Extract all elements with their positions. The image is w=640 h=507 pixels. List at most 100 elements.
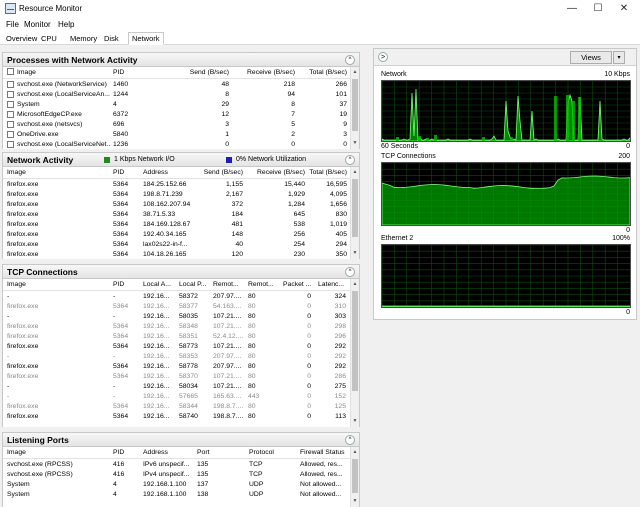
table-row[interactable]: firefox.exe 5364 198.8.71.239 2,167 1,929 4,0…	[3, 190, 351, 200]
collapse-icon[interactable]: ^	[345, 435, 355, 445]
table-row[interactable]: firefox.exe 5364 192.16... 58773 107.21.... 8…	[3, 342, 351, 352]
table-row[interactable]: System 4 192.168.1.100 138 UDP Not allowed...	[3, 490, 351, 500]
table-row[interactable]: - - 192.16... 58035 107.21.... 80 0 303	[3, 312, 351, 322]
maximize-button[interactable]: ☐	[585, 0, 611, 18]
row-checkbox[interactable]	[7, 131, 14, 138]
table-row[interactable]: svchost.exe (NetworkService) 1460 48 218 266	[3, 80, 351, 90]
row-checkbox[interactable]	[7, 111, 14, 118]
tab-network[interactable]: Network	[128, 32, 164, 45]
column-header[interactable]: Image	[17, 69, 36, 76]
row-checkbox[interactable]	[7, 81, 14, 88]
network-activity-header[interactable]: Network Activity 1 Kbps Network I/O 0% N…	[2, 152, 360, 167]
table-row[interactable]: firefox.exe 5364 104.18.26.165 120 230 350	[3, 250, 351, 259]
column-header[interactable]: Protocol	[249, 449, 274, 456]
scroll-down-icon[interactable]: ▼	[351, 417, 359, 425]
table-row[interactable]: firefox.exe 5364 192.16... 58351 52.4.12....…	[3, 332, 351, 342]
table-row[interactable]: firefox.exe 5364 38.71.5.33 184 645 830	[3, 210, 351, 220]
table-row[interactable]: firefox.exe 5364 192.16... 58778 207.97.... 8…	[3, 362, 351, 372]
table-row[interactable]: firefox.exe 5364 192.16... 58348 107.21.... 8…	[3, 322, 351, 332]
column-header[interactable]: Send (B/sec)	[183, 69, 229, 76]
table-row[interactable]: - - 192.16... 58372 207.97.... 80 0 324	[3, 292, 351, 302]
table-row[interactable]: MicrosoftEdgeCP.exe 6372 12 7 19	[3, 110, 351, 120]
tcp-connections-header[interactable]: TCP Connections ^	[2, 264, 360, 279]
scrollbar-thumb[interactable]	[352, 291, 358, 391]
column-header[interactable]: Packet ...	[283, 281, 311, 288]
table-row[interactable]: - - 192.16... 58034 107.21.... 80 0 275	[3, 382, 351, 392]
table-row[interactable]: System 4 29 8 37	[3, 100, 351, 110]
table-row[interactable]: - - 192.16... 58353 207.97.... 80 0 292	[3, 352, 351, 362]
minimize-button[interactable]: —	[559, 0, 585, 18]
collapse-icon[interactable]: ^	[345, 55, 355, 65]
column-header[interactable]: Receive (B/sec)	[235, 69, 295, 76]
tab-overview[interactable]: Overview	[3, 33, 40, 45]
tab-disk[interactable]: Disk	[101, 33, 122, 45]
table-row[interactable]: firefox.exe 5364 192.16... 58740 198.8.7....…	[3, 412, 351, 422]
column-header[interactable]: Firewall Status	[300, 449, 345, 456]
scroll-up-icon[interactable]: ▲	[351, 448, 359, 456]
column-header[interactable]: Address	[143, 169, 168, 176]
column-header[interactable]: Latenc...	[318, 281, 344, 288]
scrollbar-thumb[interactable]	[352, 459, 358, 493]
column-header[interactable]: Image	[7, 449, 26, 456]
scroll-down-icon[interactable]: ▼	[351, 249, 359, 257]
column-header[interactable]: Remot...	[248, 281, 274, 288]
table-row[interactable]: svchost.exe (LocalServiceAn... 1244 8 94 101	[3, 90, 351, 100]
table-row[interactable]: OneDrive.exe 5840 1 2 3	[3, 130, 351, 140]
column-header[interactable]: PID	[113, 69, 124, 76]
table-row[interactable]: svchost.exe (LocalServiceNet... 1236 0 0 0	[3, 140, 351, 149]
table-row[interactable]: svchost.exe (netsvcs) 696 3 5 9	[3, 120, 351, 130]
column-header[interactable]: Port	[197, 449, 209, 456]
processes-panel-header[interactable]: Processes with Network Activity ^	[2, 52, 360, 67]
row-checkbox[interactable]	[7, 91, 14, 98]
scroll-up-icon[interactable]: ▲	[351, 68, 359, 76]
scrollbar-thumb[interactable]	[352, 179, 358, 237]
close-button[interactable]: ✕	[611, 0, 637, 18]
scrollbar[interactable]: ▲ ▼	[350, 447, 359, 507]
collapse-icon[interactable]: ^	[345, 155, 355, 165]
row-checkbox[interactable]	[7, 101, 14, 108]
scroll-up-icon[interactable]: ▲	[351, 280, 359, 288]
tab-memory[interactable]: Memory	[67, 33, 100, 45]
column-header[interactable]: Receive (B/sec)	[247, 169, 305, 176]
table-row[interactable]: firefox.exe 5364 192.16... 58370 107.21.... 8…	[3, 372, 351, 382]
column-header[interactable]: Image	[7, 281, 26, 288]
column-header[interactable]: Total (B/sec)	[303, 169, 347, 176]
column-header[interactable]: PID	[113, 169, 124, 176]
table-row[interactable]: firefox.exe 5364 192.40.34.165 148 256 405	[3, 230, 351, 240]
table-row[interactable]: svchost.exe (RPCSS) 416 IPv6 unspecif... 13…	[3, 460, 351, 470]
table-row[interactable]: firefox.exe 5364 108.162.207.94 372 1,284 1,6…	[3, 200, 351, 210]
column-header[interactable]: Local P...	[179, 281, 206, 288]
tab-cpu[interactable]: CPU	[38, 33, 60, 45]
menu-monitor[interactable]: Monitor	[24, 20, 51, 29]
table-row[interactable]: firefox.exe 5364 184.25.152.66 1,155 15,440 1…	[3, 180, 351, 190]
column-header[interactable]: Total (B/sec)	[299, 69, 347, 76]
table-row[interactable]: svchost.exe (RPCSS) 416 IPv4 unspecif... 13…	[3, 470, 351, 480]
column-header[interactable]: Local A...	[143, 281, 171, 288]
collapse-icon[interactable]: ^	[345, 267, 355, 277]
views-button[interactable]: Views	[570, 51, 612, 64]
expand-icon[interactable]: >	[378, 52, 388, 62]
menu-help[interactable]: Help	[58, 20, 74, 29]
table-row[interactable]: firefox.exe 5364 192.16... 58377 54.163.... 8…	[3, 302, 351, 312]
column-header[interactable]: Address	[143, 449, 168, 456]
column-header[interactable]: Remot...	[213, 281, 239, 288]
views-dropdown-icon[interactable]: ▾	[613, 51, 625, 64]
row-checkbox[interactable]	[7, 121, 14, 128]
listening-ports-header[interactable]: Listening Ports ^	[2, 432, 360, 447]
menu-file[interactable]: File	[6, 20, 19, 29]
scrollbar-thumb[interactable]	[352, 79, 358, 131]
scrollbar[interactable]: ▲ ▼	[350, 167, 359, 259]
scroll-down-icon[interactable]: ▼	[351, 497, 359, 505]
row-checkbox[interactable]	[7, 141, 14, 148]
table-row[interactable]: firefox.exe 5364 184.169.128.67 481 538 1,019	[3, 220, 351, 230]
scroll-up-icon[interactable]: ▲	[351, 168, 359, 176]
scroll-down-icon[interactable]: ▼	[351, 139, 359, 147]
column-header[interactable]: PID	[113, 281, 124, 288]
table-row[interactable]: firefox.exe 5364 lax02s22-in-f... 40 254 294	[3, 240, 351, 250]
column-header[interactable]: Image	[7, 169, 26, 176]
scrollbar[interactable]: ▲ ▼	[350, 67, 359, 149]
table-row[interactable]: firefox.exe 5364 192.16... 58344 198.8.7....…	[3, 402, 351, 412]
table-row[interactable]: System 4 192.168.1.100 137 UDP Not allowed...	[3, 480, 351, 490]
column-header[interactable]: Send (B/sec)	[199, 169, 243, 176]
column-header[interactable]: PID	[113, 449, 124, 456]
